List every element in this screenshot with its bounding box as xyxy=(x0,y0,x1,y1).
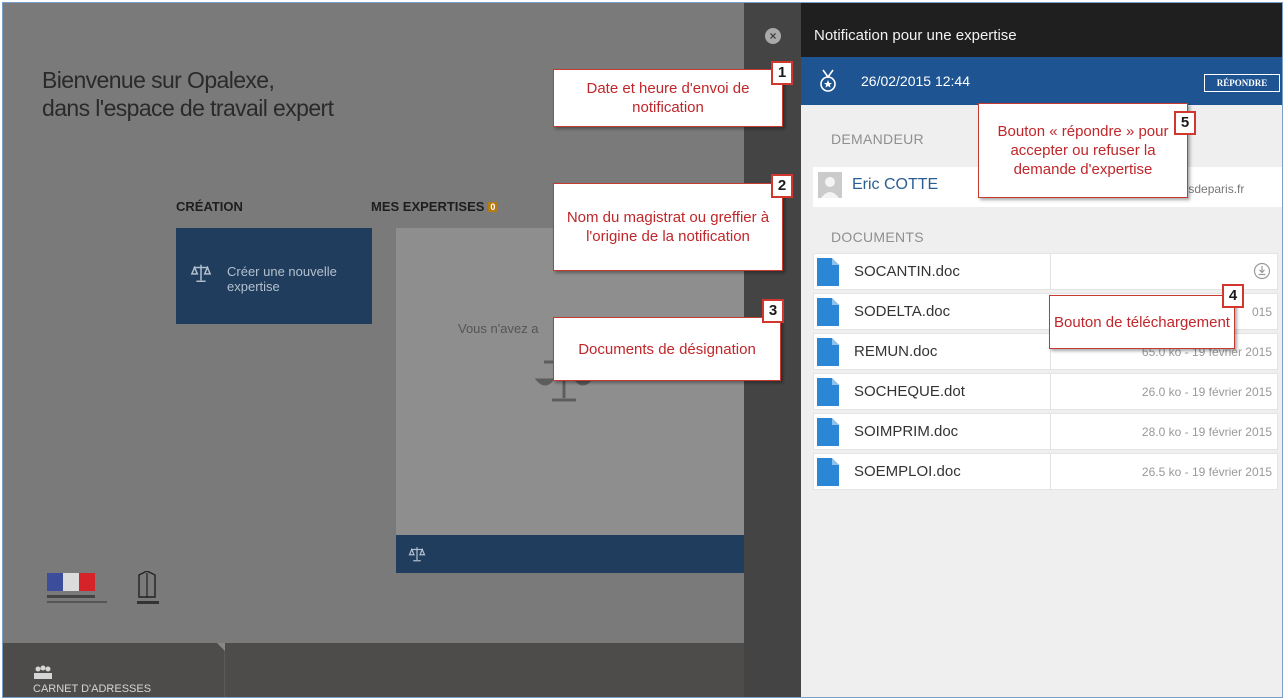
callout-number-1: 1 xyxy=(771,61,793,85)
download-icon[interactable] xyxy=(1253,262,1271,280)
mes-expertises-heading: MES EXPERTISES 0 xyxy=(371,199,498,214)
create-expertise-label: Créer une nouvelle expertise xyxy=(227,264,337,294)
welcome-line-2: dans l'espace de travail expert xyxy=(42,95,334,121)
callout-documents-text: Documents de désignation xyxy=(578,340,756,358)
callout-download: Bouton de téléchargement xyxy=(1049,295,1235,349)
creation-heading: CRÉATION xyxy=(176,199,243,214)
file-icon xyxy=(817,338,839,366)
callout-reply: Bouton « répondre » pour accepter ou ref… xyxy=(978,103,1188,198)
callout-number-3: 3 xyxy=(762,299,784,323)
file-icon xyxy=(817,258,839,286)
document-row[interactable]: SOCANTIN.doc xyxy=(813,253,1278,290)
address-book-label: CARNET D'ADRESSES xyxy=(33,683,152,695)
scales-icon xyxy=(190,264,212,282)
file-icon xyxy=(817,458,839,486)
address-book-icon xyxy=(34,665,52,679)
callout-datetime-text: Date et heure d'envoi de notification xyxy=(586,80,750,116)
file-icon xyxy=(817,298,839,326)
notification-datetime: 26/02/2015 12:44 xyxy=(861,73,970,89)
callout-documents: Documents de désignation xyxy=(553,317,781,381)
document-name[interactable]: REMUN.doc xyxy=(854,343,937,360)
callout-number-4: 4 xyxy=(1222,284,1244,308)
drawer-title: Notification pour une expertise xyxy=(814,27,1017,44)
document-row[interactable]: SOEMPLOI.doc 26.5 ko - 19 février 2015 xyxy=(813,453,1278,490)
row-divider xyxy=(1050,454,1051,489)
callout-reply-text: Bouton « répondre » pour accepter ou ref… xyxy=(997,123,1169,178)
user-avatar-icon xyxy=(818,172,842,198)
expertises-panel-footer[interactable] xyxy=(396,535,744,573)
document-meta: 015 xyxy=(1251,305,1272,319)
file-icon xyxy=(817,418,839,446)
ministry-cncej-logos xyxy=(47,571,159,604)
file-icon xyxy=(817,378,839,406)
document-name[interactable]: SOCHEQUE.dot xyxy=(854,383,965,400)
drawer-header: Notification pour une expertise xyxy=(801,3,1282,57)
footer-bar: CARNET D'ADRESSES xyxy=(3,643,744,697)
callout-download-text: Bouton de téléchargement xyxy=(1054,313,1230,331)
callout-number-2: 2 xyxy=(771,174,793,198)
document-meta: 28.0 ko - 19 février 2015 xyxy=(1141,425,1272,439)
requester-name[interactable]: Eric COTTE xyxy=(852,176,938,194)
mes-expertises-label: MES EXPERTISES xyxy=(371,199,485,214)
callout-requester: Nom du magistrat ou greffier à l'origine… xyxy=(553,183,783,271)
scales-icon xyxy=(408,547,426,562)
address-book-button[interactable]: CARNET D'ADRESSES xyxy=(3,643,225,697)
row-divider xyxy=(1050,374,1051,409)
documents-section-title: DOCUMENTS xyxy=(831,229,924,245)
close-icon[interactable]: × xyxy=(765,28,781,44)
reply-button[interactable]: RÉPONDRE xyxy=(1204,74,1280,92)
callout-number-5: 5 xyxy=(1174,111,1196,135)
requester-section-title: DEMANDEUR xyxy=(831,131,924,147)
row-divider xyxy=(1050,254,1051,289)
callout-requester-text: Nom du magistrat ou greffier à l'origine… xyxy=(566,209,770,245)
document-name[interactable]: SOCANTIN.doc xyxy=(854,263,960,280)
document-name[interactable]: SODELTA.doc xyxy=(854,303,950,320)
document-row[interactable]: SOIMPRIM.doc 28.0 ko - 19 février 2015 xyxy=(813,413,1278,450)
callout-datetime: Date et heure d'envoi de notification xyxy=(553,69,783,127)
notification-info-bar: 26/02/2015 12:44 RÉPONDRE xyxy=(801,57,1282,105)
document-meta: 26.5 ko - 19 février 2015 xyxy=(1141,465,1272,479)
expertises-count-badge: 0 xyxy=(488,202,498,212)
app-frame: Bienvenue sur Opalexe, dans l'espace de … xyxy=(2,2,1283,698)
document-name[interactable]: SOEMPLOI.doc xyxy=(854,463,961,480)
expertises-panel: Vous n'avez a xyxy=(396,228,744,535)
documents-list: SOCANTIN.doc SODELTA.doc 015 REMUN.doc 6… xyxy=(813,253,1278,493)
medal-icon xyxy=(820,69,836,92)
row-divider xyxy=(1050,414,1051,449)
document-name[interactable]: SOIMPRIM.doc xyxy=(854,423,958,440)
document-row[interactable]: SOCHEQUE.dot 26.0 ko - 19 février 2015 xyxy=(813,373,1278,410)
empty-state-text: Vous n'avez a xyxy=(458,321,539,336)
welcome-title: Bienvenue sur Opalexe, dans l'espace de … xyxy=(42,66,334,122)
document-meta: 26.0 ko - 19 février 2015 xyxy=(1141,385,1272,399)
welcome-line-1: Bienvenue sur Opalexe, xyxy=(42,67,275,93)
create-expertise-button[interactable]: Créer une nouvelle expertise xyxy=(176,228,372,324)
